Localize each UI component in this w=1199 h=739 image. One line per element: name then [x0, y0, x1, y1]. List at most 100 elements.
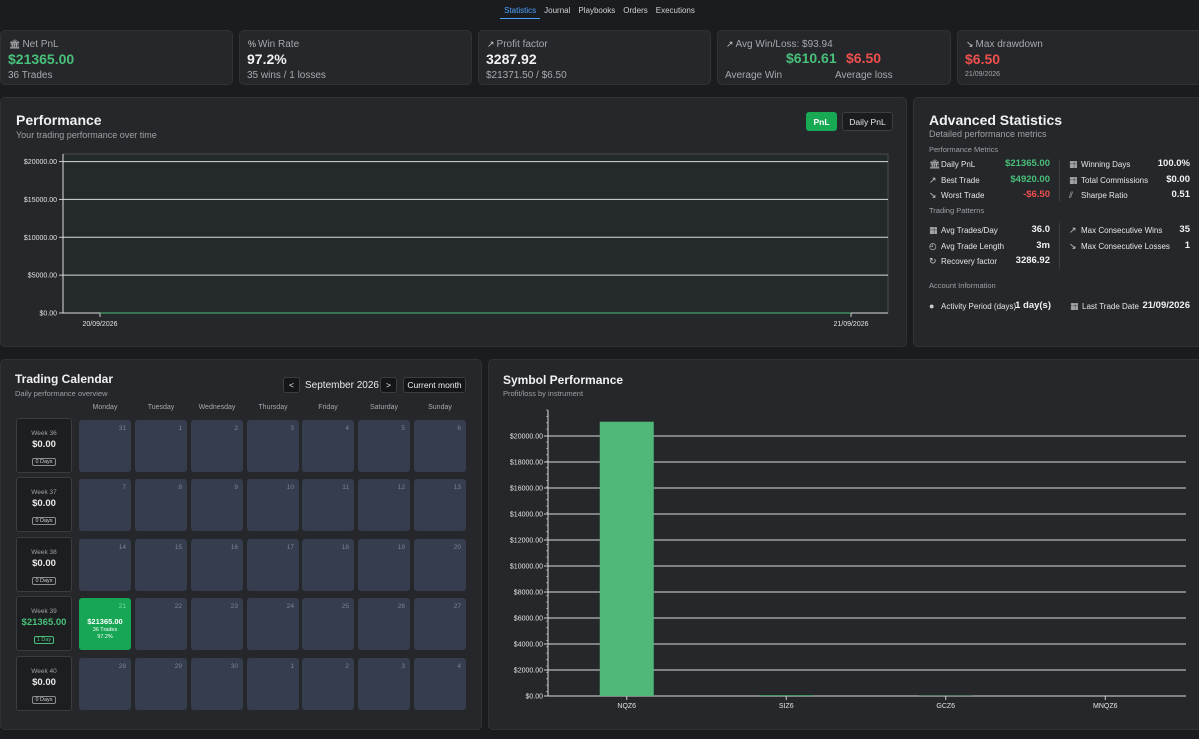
y-tick-label: $8000.00: [514, 590, 543, 597]
calendar-day[interactable]: 17: [247, 539, 299, 591]
day-trades: 36 Trades: [92, 627, 118, 633]
day-number: 20: [453, 544, 461, 551]
calendar-day[interactable]: 14: [79, 539, 131, 591]
calendar-day[interactable]: 4: [302, 420, 354, 472]
week-summary: Week 38 $0.00 0 Days: [16, 537, 72, 592]
calendar-day[interactable]: 22: [135, 598, 187, 650]
profit-factor-card: ↗ Profit factor 3287.92 $21371.50 / $6.50: [478, 30, 711, 85]
calendar-day[interactable]: 8: [135, 479, 187, 531]
calendar-day[interactable]: 18: [302, 539, 354, 591]
day-number: 18: [341, 544, 349, 551]
day-number: 6: [457, 425, 461, 432]
week-summary: Week 39 $21365.00 1 Day: [16, 596, 72, 651]
current-month-button[interactable]: Current month: [403, 377, 466, 393]
x-tick-label: NQZ6: [617, 703, 636, 710]
calendar-day[interactable]: 25: [302, 598, 354, 650]
account-info-heading: Account Information: [929, 281, 996, 290]
clock-icon: ◴: [929, 240, 937, 251]
calendar-day[interactable]: 29: [135, 658, 187, 710]
tab-orders[interactable]: Orders: [619, 0, 651, 19]
calendar-day[interactable]: 4: [414, 658, 466, 710]
day-number: 12: [397, 484, 405, 491]
tab-statistics[interactable]: Statistics: [500, 0, 541, 19]
calendar-day[interactable]: 3: [247, 420, 299, 472]
day-number: 26: [397, 603, 405, 610]
net-pnl-card: 🏛︎ Net PnL $21365.00 36 Trades: [0, 30, 233, 85]
week-days-badge: 0 Days: [32, 458, 56, 466]
win-rate-label: Win Rate: [258, 39, 300, 50]
y-tick-label: $10000.00: [510, 564, 543, 571]
next-month-button[interactable]: >: [380, 377, 397, 393]
calendar-day[interactable]: 1: [247, 658, 299, 710]
metric-value: 36.0: [1031, 224, 1051, 235]
calendar-day[interactable]: 13: [414, 479, 466, 531]
avg-win-label: Average Win: [725, 70, 783, 81]
week-label: Week 38: [31, 549, 57, 556]
metric-value: 0.51: [1171, 189, 1191, 200]
calendar-day[interactable]: 2: [191, 420, 243, 472]
calendar-day[interactable]: 10: [247, 479, 299, 531]
calendar-day[interactable]: 2: [302, 658, 354, 710]
x-tick-label: SIZ6: [779, 703, 794, 710]
win-rate-card: % Win Rate 97.2% 35 wins / 1 losses: [239, 30, 472, 85]
calendar-day[interactable]: 26: [358, 598, 410, 650]
calendar-day[interactable]: 1: [135, 420, 187, 472]
tab-playbooks[interactable]: Playbooks: [574, 0, 619, 19]
calendar-day[interactable]: 27: [414, 598, 466, 650]
refresh-icon: ↻: [929, 256, 937, 266]
advanced-subtitle: Detailed performance metrics: [929, 129, 1047, 139]
calendar-day[interactable]: 28: [79, 658, 131, 710]
calendar-icon: ▦: [929, 225, 938, 235]
week-days-badge: 0 Days: [32, 577, 56, 585]
calendar-day[interactable]: 15: [135, 539, 187, 591]
bar-siz6: [759, 695, 814, 696]
week-value: $0.00: [32, 677, 56, 688]
calendar-day[interactable]: 21 $21365.00 36 Trades 97.2%: [79, 598, 131, 650]
x-tick-label: 21/09/2026: [833, 321, 868, 328]
metric-value: $21365.00: [1005, 158, 1050, 169]
calendar-day[interactable]: 12: [358, 479, 410, 531]
performance-chart: $20000.00 $15000.00 $10000.00 $5000.00 $0.00…: [24, 153, 889, 328]
calendar-day[interactable]: 5: [358, 420, 410, 472]
calendar-day[interactable]: 7: [79, 479, 131, 531]
calendar-icon: ▦: [1070, 301, 1079, 311]
prev-month-button[interactable]: <: [283, 377, 300, 393]
calendar-day[interactable]: 20: [414, 539, 466, 591]
calendar-day[interactable]: 3: [358, 658, 410, 710]
calendar-day[interactable]: 9: [191, 479, 243, 531]
symbol-performance-card: Symbol Performance Profit/loss by instru…: [488, 359, 1199, 730]
day-number: 7: [122, 484, 126, 491]
y-tick-label: $12000.00: [510, 538, 543, 545]
metric-value: $0.00: [1166, 173, 1190, 185]
day-name: Wednesday: [198, 404, 236, 411]
tab-journal[interactable]: Journal: [540, 0, 574, 19]
profit-factor-value: 3287.92: [486, 51, 537, 67]
calendar-day[interactable]: 11: [302, 479, 354, 531]
calendar-day[interactable]: 23: [191, 598, 243, 650]
day-number: 21: [118, 603, 126, 610]
week-value: $0.00: [32, 558, 56, 569]
calendar-day[interactable]: 16: [191, 539, 243, 591]
calendar-day[interactable]: 19: [358, 539, 410, 591]
day-number: 3: [401, 663, 405, 670]
calendar-day[interactable]: 31: [79, 420, 131, 472]
y-tick-label: $20000.00: [510, 434, 543, 441]
calendar-day[interactable]: 6: [414, 420, 466, 472]
divider: [1059, 223, 1060, 269]
top-nav: Statistics Journal Playbooks Orders Exec…: [0, 0, 1199, 22]
calendar-day[interactable]: 24: [247, 598, 299, 650]
y-tick-label: $2000.00: [514, 668, 543, 675]
calendar-day[interactable]: 30: [191, 658, 243, 710]
day-number: 31: [118, 425, 126, 432]
bank-icon: 🏛︎: [929, 159, 941, 169]
week-summary: Week 36 $0.00 0 Days: [16, 418, 72, 473]
metric-value: 100.0%: [1157, 158, 1190, 169]
day-name: Tuesday: [147, 404, 175, 411]
day-number: 4: [457, 663, 461, 670]
advanced-stats-card: Advanced Statistics Detailed performance…: [913, 97, 1199, 347]
calendar-icon: ▦: [1069, 159, 1078, 169]
x-tick-label: 20/09/2026: [82, 321, 117, 328]
percent-icon: %: [248, 39, 257, 49]
day-number: 28: [118, 663, 126, 670]
tab-executions[interactable]: Executions: [652, 0, 699, 19]
